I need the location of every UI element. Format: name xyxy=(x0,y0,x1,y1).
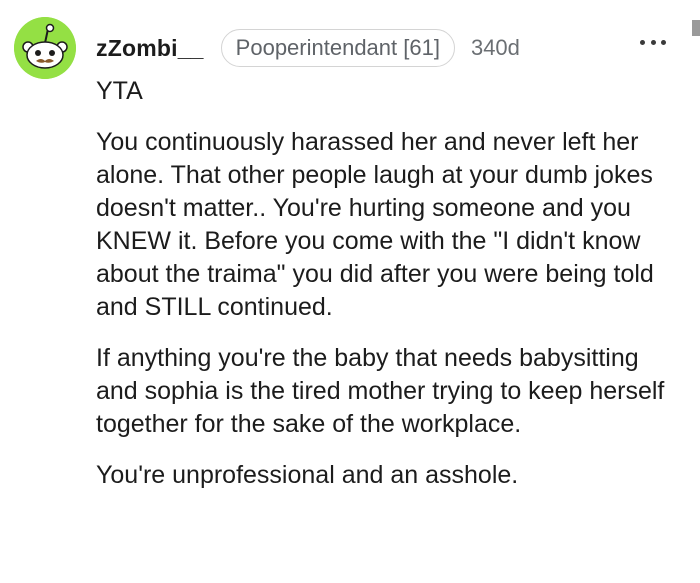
snoo-avatar-icon xyxy=(14,17,76,79)
user-avatar[interactable] xyxy=(14,17,76,79)
more-horizontal-icon xyxy=(640,39,645,45)
user-flair: Pooperintendant [61] xyxy=(220,29,455,67)
comment: zZombi__ Pooperintendant [61] 340d YTA Y… xyxy=(0,0,700,583)
comment-timestamp: 340d xyxy=(470,35,520,60)
comment-paragraph: You continuously harassed her and never … xyxy=(96,128,654,321)
more-options-button[interactable] xyxy=(640,32,666,52)
comment-verdict: YTA xyxy=(96,77,143,105)
comment-paragraph: If anything you're the baby that needs b… xyxy=(96,344,665,438)
comment-header: zZombi__ Pooperintendant [61] 340d xyxy=(96,28,520,68)
comment-body: You continuously harassed her and never … xyxy=(96,126,686,510)
username-link[interactable]: zZombi__ xyxy=(96,35,204,62)
scrollbar-thumb[interactable] xyxy=(692,20,700,36)
comment-paragraph: You're unprofessional and an asshole. xyxy=(96,461,519,489)
